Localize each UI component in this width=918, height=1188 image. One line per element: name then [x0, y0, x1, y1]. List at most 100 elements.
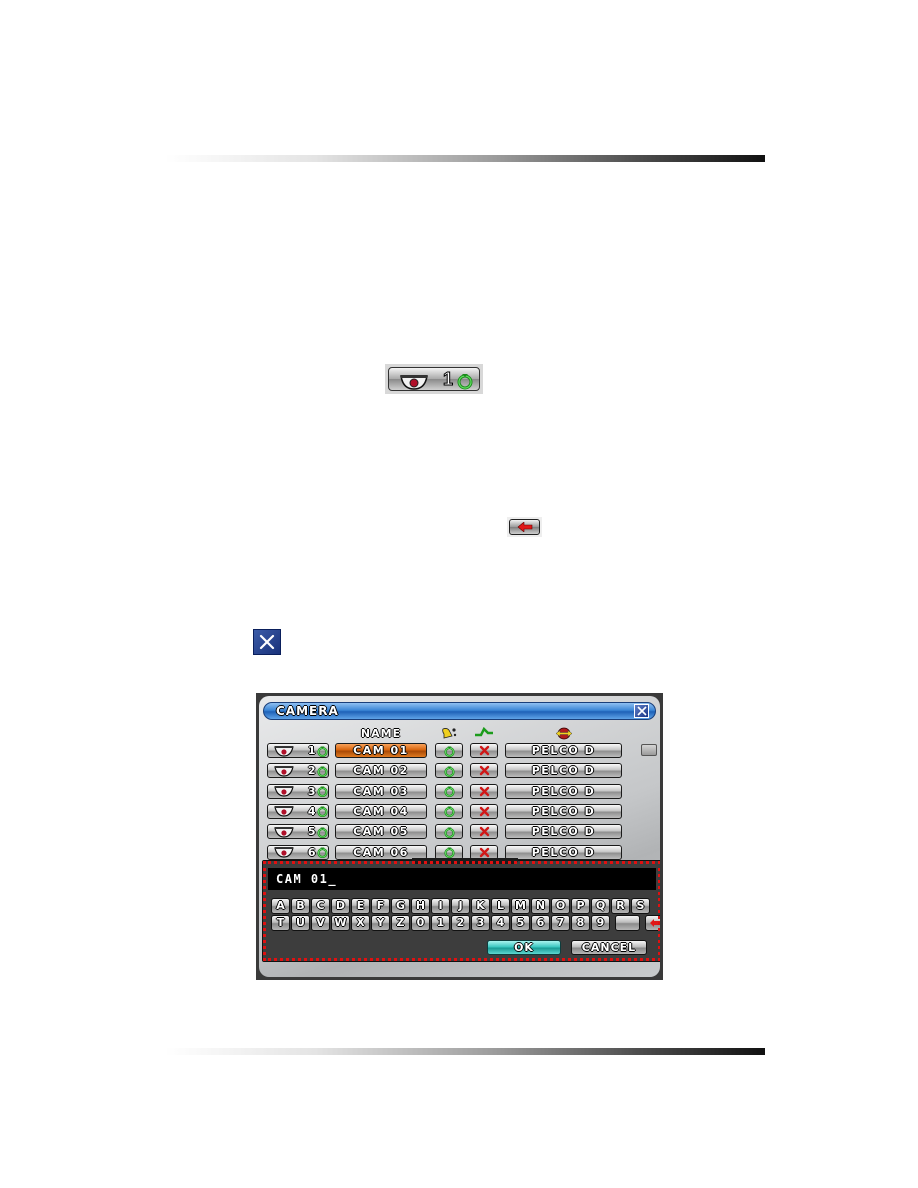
camera-name-field[interactable]: CAM 04 — [335, 803, 427, 819]
keyboard-input-field[interactable]: CAM 01_ — [268, 868, 656, 890]
key-3[interactable]: 3 — [471, 915, 490, 931]
key-r[interactable]: R — [611, 898, 630, 914]
key-y[interactable]: Y — [371, 915, 390, 931]
camera-select-button[interactable]: 5 — [267, 824, 329, 840]
camera-name-field[interactable]: CAM 02 — [335, 763, 427, 779]
key-k[interactable]: K — [471, 898, 490, 914]
motion-toggle[interactable] — [470, 824, 498, 840]
key-h[interactable]: H — [411, 898, 430, 914]
camera-dome-icon — [274, 786, 294, 797]
keyboard-row-1: ABCDEFGHIJKLMNOPQRS — [271, 898, 650, 914]
key-a[interactable]: A — [271, 898, 290, 914]
virtual-keyboard: CAM 01_ ABCDEFGHIJKLMNOPQRS TUVWXYZ01234… — [262, 858, 660, 962]
key-s[interactable]: S — [631, 898, 650, 914]
camera-row: 5 CAM 05 PELCO D — [259, 824, 660, 840]
keyboard-notch — [412, 858, 518, 864]
column-header-alarm — [439, 727, 459, 741]
key-l[interactable]: L — [491, 898, 510, 914]
close-x-icon — [259, 634, 275, 650]
motion-toggle[interactable] — [470, 763, 498, 779]
recording-icon — [317, 786, 328, 798]
camera-name-field[interactable]: CAM 03 — [335, 783, 427, 799]
key-e[interactable]: E — [351, 898, 370, 914]
camera-number: 3 — [307, 784, 318, 798]
recording-icon — [317, 806, 328, 818]
key-n[interactable]: N — [531, 898, 550, 914]
camera-select-button[interactable]: 4 — [267, 803, 329, 819]
key-8[interactable]: 8 — [571, 915, 590, 931]
ptz-protocol-select[interactable]: PELCO D — [505, 743, 622, 758]
recording-icon — [317, 766, 328, 777]
key-w[interactable]: W — [331, 915, 350, 931]
key-m[interactable]: M — [511, 898, 530, 914]
key-p[interactable]: P — [571, 898, 590, 914]
motion-off-icon — [479, 847, 489, 857]
key-b[interactable]: B — [291, 898, 310, 914]
key-2[interactable]: 2 — [451, 915, 470, 931]
motion-toggle[interactable] — [470, 783, 498, 799]
footer-rule — [165, 1048, 765, 1055]
key-7[interactable]: 7 — [551, 915, 570, 931]
camera-select-button[interactable]: 3 — [267, 783, 329, 799]
motion-off-icon — [479, 826, 489, 837]
motion-off-icon — [479, 745, 489, 756]
ptz-protocol-select[interactable]: PELCO D — [505, 824, 622, 840]
key-i[interactable]: I — [431, 898, 450, 914]
motion-icon — [475, 726, 493, 737]
backspace-arrow-icon — [517, 522, 532, 532]
alarm-on-icon — [443, 746, 455, 757]
camera-select-button[interactable]: 1 — [267, 743, 329, 758]
close-x-icon — [636, 706, 647, 716]
camera-button-sample: 1 — [385, 364, 483, 394]
camera-select-button[interactable]: 6 — [267, 844, 329, 860]
key-q[interactable]: Q — [591, 898, 610, 914]
motion-toggle[interactable] — [470, 743, 498, 758]
key-4[interactable]: 4 — [491, 915, 510, 931]
ptz-protocol-select[interactable]: PELCO D — [505, 783, 622, 799]
key-u[interactable]: U — [291, 915, 310, 931]
key-x[interactable]: X — [351, 915, 370, 931]
bell-icon — [442, 728, 457, 739]
keyboard-row-2: TUVWXYZ0123456789 — [271, 915, 660, 931]
key-o[interactable]: O — [551, 898, 570, 914]
dialog-close-button[interactable] — [634, 704, 649, 718]
key-v[interactable]: V — [311, 915, 330, 931]
key-j[interactable]: J — [451, 898, 470, 914]
key-5[interactable]: 5 — [511, 915, 530, 931]
backspace-key[interactable] — [645, 915, 660, 931]
camera-name-field[interactable]: CAM 01 — [335, 743, 427, 758]
key-6[interactable]: 6 — [531, 915, 550, 931]
alarm-toggle[interactable] — [435, 824, 463, 840]
key-d[interactable]: D — [331, 898, 350, 914]
alarm-toggle[interactable] — [435, 763, 463, 779]
motion-off-icon — [479, 786, 489, 796]
key-t[interactable]: T — [271, 915, 290, 931]
key-f[interactable]: F — [371, 898, 390, 914]
camera-dome-icon — [400, 375, 428, 390]
camera-name-field[interactable]: CAM 05 — [335, 824, 427, 840]
ok-button[interactable]: OK — [487, 940, 561, 955]
alarm-on-icon — [443, 827, 455, 838]
alarm-toggle[interactable] — [435, 803, 463, 819]
close-button-sample — [253, 629, 281, 655]
key-c[interactable]: C — [311, 898, 330, 914]
key-9[interactable]: 9 — [591, 915, 610, 931]
backspace-arrow-icon — [649, 919, 660, 927]
column-header-ptz — [549, 727, 579, 741]
space-key[interactable] — [615, 915, 640, 931]
key-z[interactable]: Z — [391, 915, 410, 931]
alarm-toggle[interactable] — [435, 743, 463, 758]
key-0[interactable]: 0 — [411, 915, 430, 931]
camera-select-button[interactable]: 2 — [267, 763, 329, 779]
ptz-protocol-select[interactable]: PELCO D — [505, 763, 622, 779]
motion-toggle[interactable] — [470, 803, 498, 819]
alarm-toggle[interactable] — [435, 783, 463, 799]
key-g[interactable]: G — [391, 898, 410, 914]
camera-row: 2 CAM 02 PELCO D — [259, 763, 660, 779]
camera-dome-icon — [274, 806, 294, 817]
ptz-protocol-select[interactable]: PELCO D — [505, 844, 622, 860]
ptz-protocol-select[interactable]: PELCO D — [505, 803, 622, 819]
alarm-on-icon — [443, 806, 455, 818]
cancel-button[interactable]: CANCEL — [571, 940, 647, 955]
key-1[interactable]: 1 — [431, 915, 450, 931]
